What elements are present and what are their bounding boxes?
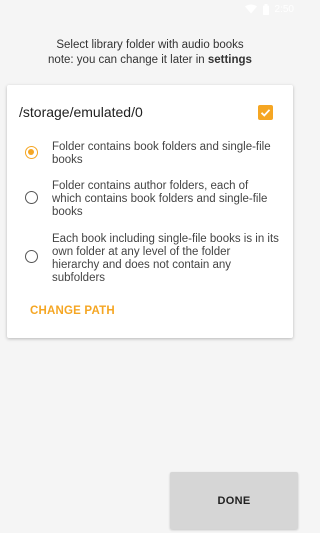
settings-link[interactable]: settings bbox=[208, 54, 252, 66]
folder-path: /storage/emulated/0 bbox=[19, 104, 143, 120]
radio-dot bbox=[28, 149, 35, 156]
option-label: Folder contains book folders and single-… bbox=[52, 141, 271, 166]
intro-line-1: Select library folder with audio books bbox=[56, 39, 244, 51]
battery-icon bbox=[262, 3, 269, 15]
path-checkbox[interactable] bbox=[258, 105, 273, 120]
radio-button-selected[interactable] bbox=[25, 146, 38, 159]
done-button[interactable]: DONE bbox=[170, 472, 298, 529]
wifi-icon bbox=[244, 4, 257, 14]
status-time: 2:50 bbox=[274, 3, 294, 15]
option-label: Folder contains author folders, each of … bbox=[52, 180, 268, 218]
option-label: Each book including single-file books is… bbox=[52, 233, 279, 284]
status-icons: 2:50 bbox=[244, 3, 294, 15]
check-icon bbox=[260, 109, 271, 117]
radio-button[interactable] bbox=[25, 191, 38, 204]
change-path-button[interactable]: CHANGE PATH bbox=[30, 305, 115, 317]
intro-line-2: note: you can change it later in setting… bbox=[0, 53, 300, 68]
library-folder-card: /storage/emulated/0 Folder contains book… bbox=[7, 85, 293, 338]
path-row[interactable]: /storage/emulated/0 bbox=[19, 103, 281, 123]
radio-button[interactable] bbox=[25, 250, 38, 263]
intro-text: Select library folder with audio books n… bbox=[0, 38, 300, 68]
intro-note: note: you can change it later in bbox=[48, 54, 208, 66]
status-bar: 2:50 bbox=[0, 0, 300, 18]
